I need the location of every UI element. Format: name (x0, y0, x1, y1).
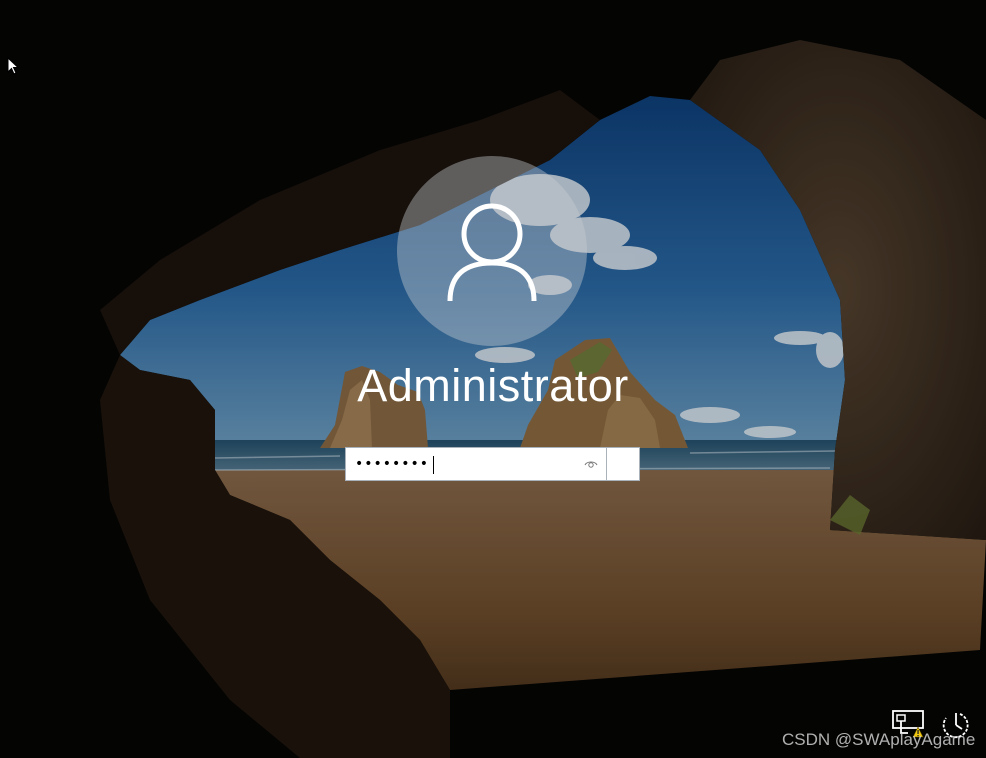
user-avatar (397, 156, 587, 346)
text-caret (433, 456, 434, 474)
user-icon (447, 203, 537, 301)
user-name: Administrator (357, 360, 629, 411)
password-input[interactable] (348, 449, 583, 479)
password-field[interactable] (345, 447, 640, 481)
arrow-right-icon (616, 458, 631, 470)
eye-icon[interactable] (584, 457, 598, 471)
submit-button[interactable] (606, 448, 639, 480)
mouse-pointer-icon (7, 57, 19, 75)
watermark: CSDN @SWAplayAgame (782, 730, 976, 749)
